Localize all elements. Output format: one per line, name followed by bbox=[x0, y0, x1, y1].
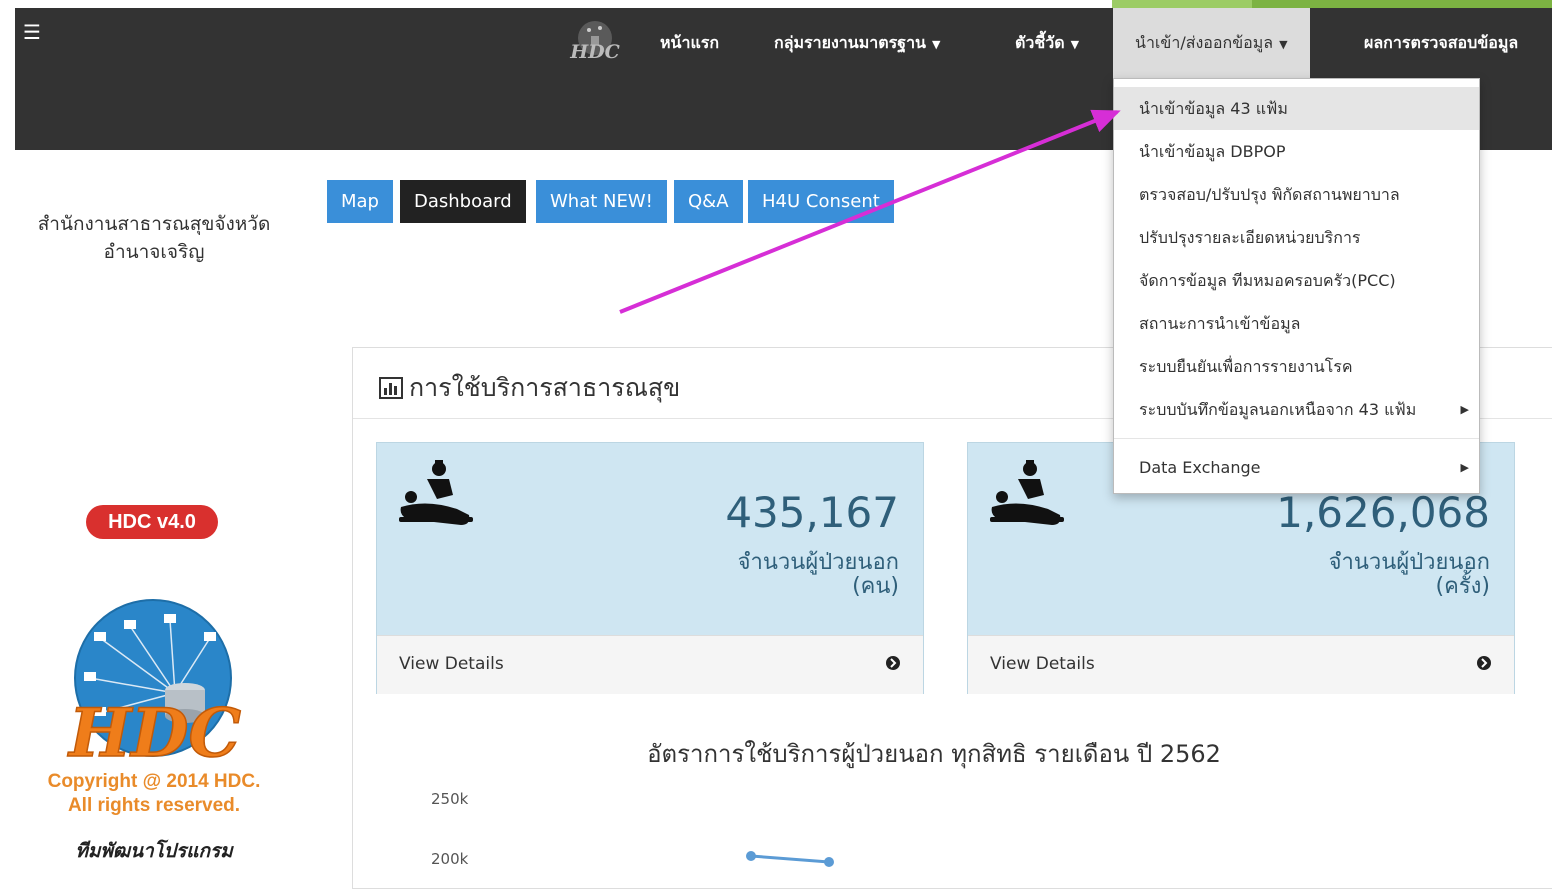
bar-chart-icon bbox=[379, 377, 403, 399]
nav-home[interactable]: หน้าแรก bbox=[660, 8, 719, 78]
arrow-circle-right-icon bbox=[1477, 656, 1491, 670]
nav-indicators-label: ตัวชี้วัด bbox=[1015, 33, 1065, 52]
svg-text:HDC: HDC bbox=[569, 41, 620, 63]
view-details-label: View Details bbox=[990, 654, 1095, 674]
caret-down-icon: ▼ bbox=[932, 38, 941, 51]
stat-value: 1,626,068 bbox=[1276, 488, 1490, 537]
caret-down-icon: ▼ bbox=[1279, 38, 1288, 51]
nav-validation-results[interactable]: ผลการตรวจสอบข้อมูล bbox=[1364, 8, 1518, 78]
stat-label-line-1: จำนวนผู้ป่วยนอก bbox=[1328, 550, 1490, 575]
stat-card-outpatients-persons: 435,167 จำนวนผู้ป่วยนอก (คน) View Detail… bbox=[376, 442, 924, 694]
dropdown-item-extra-data-system[interactable]: ระบบบันทึกข้อมูลนอกเหนือจาก 43 แฟ้ม ▶ bbox=[1114, 388, 1479, 431]
dropdown-item-label: สถานะการนำเข้าข้อมูล bbox=[1139, 314, 1301, 333]
dropdown-item-update-unit-details[interactable]: ปรับปรุงรายละเอียดหน่วยบริการ bbox=[1114, 216, 1479, 259]
view-details-link[interactable]: View Details bbox=[377, 635, 923, 694]
stat-label-line-1: จำนวนผู้ป่วยนอก bbox=[737, 550, 899, 575]
dropdown-item-label: ปรับปรุงรายละเอียดหน่วยบริการ bbox=[1139, 228, 1361, 247]
copyright-text: Copyright @ 2014 HDC. All rights reserve… bbox=[15, 770, 293, 818]
copyright-line-1: Copyright @ 2014 HDC. bbox=[47, 771, 261, 792]
dropdown-item-label: Data Exchange bbox=[1139, 458, 1261, 477]
whats-new-button[interactable]: What NEW! bbox=[536, 180, 667, 223]
nav-standard-reports-label: กลุ่มรายงานมาตรฐาน bbox=[774, 33, 926, 52]
dropdown-item-manage-pcc[interactable]: จัดการข้อมูล ทีมหมอครอบครัว(PCC) bbox=[1114, 259, 1479, 302]
view-details-link[interactable]: View Details bbox=[968, 635, 1514, 694]
caret-right-icon: ▶ bbox=[1460, 403, 1469, 416]
dropdown-item-label: ตรวจสอบ/ปรับปรุง พิกัดสถานพยาบาล bbox=[1139, 185, 1400, 204]
arrow-circle-right-icon bbox=[886, 656, 900, 670]
stat-label-line-2: (ครั้ง) bbox=[1435, 574, 1490, 599]
dropdown-divider bbox=[1114, 438, 1479, 439]
view-details-label: View Details bbox=[399, 654, 504, 674]
svg-text:HDC: HDC bbox=[67, 694, 241, 772]
qa-button[interactable]: Q&A bbox=[674, 180, 743, 223]
nav-standard-reports[interactable]: กลุ่มรายงานมาตรฐาน ▼ bbox=[774, 8, 940, 78]
org-line-2: อำนาจเจริญ bbox=[103, 241, 205, 263]
chart-title: อัตราการใช้บริการผู้ป่วยนอก ทุกสิทธิ ราย… bbox=[647, 740, 1221, 768]
nav-import-export[interactable]: นำเข้า/ส่งออกข้อมูล ▼ bbox=[1113, 8, 1310, 78]
dropdown-item-label: จัดการข้อมูล ทีมหมอครอบครัว(PCC) bbox=[1139, 271, 1396, 290]
dropdown-item-import-43-files[interactable]: นำเข้าข้อมูล 43 แฟ้ม bbox=[1114, 87, 1479, 130]
dropdown-item-label: ระบบบันทึกข้อมูลนอกเหนือจาก 43 แฟ้ม bbox=[1139, 400, 1417, 419]
stat-label: จำนวนผู้ป่วยนอก (คน) bbox=[738, 551, 899, 599]
nav-validation-results-label: ผลการตรวจสอบข้อมูล bbox=[1364, 33, 1519, 52]
stat-label-line-2: (คน) bbox=[852, 574, 899, 599]
caret-right-icon: ▶ bbox=[1460, 461, 1469, 474]
org-line-1: สำนักงานสาธารณสุขจังหวัด bbox=[37, 213, 271, 235]
hdc-logo: HDC bbox=[66, 599, 242, 773]
nav-indicators[interactable]: ตัวชี้วัด ▼ bbox=[1015, 8, 1079, 78]
nav-home-label: หน้าแรก bbox=[660, 33, 720, 52]
doctor-patient-icon bbox=[990, 460, 1064, 525]
dashboard-button[interactable]: Dashboard bbox=[400, 180, 526, 223]
chart-line-fragment bbox=[746, 851, 834, 867]
h4u-consent-button[interactable]: H4U Consent bbox=[748, 180, 894, 223]
y-tick-label: 200k bbox=[431, 850, 469, 868]
dropdown-item-disease-report-confirm[interactable]: ระบบยืนยันเพื่อการรายงานโรค bbox=[1114, 345, 1479, 388]
dropdown-item-check-coordinates[interactable]: ตรวจสอบ/ปรับปรุง พิกัดสถานพยาบาล bbox=[1114, 173, 1479, 216]
nav-import-export-label: นำเข้า/ส่งออกข้อมูล bbox=[1135, 33, 1274, 52]
import-export-dropdown: นำเข้าข้อมูล 43 แฟ้ม นำเข้าข้อมูล DBPOP … bbox=[1113, 78, 1480, 494]
y-tick-label: 250k bbox=[431, 790, 469, 808]
dropdown-item-label: นำเข้าข้อมูล 43 แฟ้ม bbox=[1139, 99, 1288, 118]
dropdown-item-import-status[interactable]: สถานะการนำเข้าข้อมูล bbox=[1114, 302, 1479, 345]
dropdown-item-label: ระบบยืนยันเพื่อการรายงานโรค bbox=[1139, 357, 1353, 376]
version-badge: HDC v4.0 bbox=[86, 505, 218, 539]
dev-team-label: ทีมพัฒนาโปรแกรม bbox=[75, 840, 233, 862]
stat-label: จำนวนผู้ป่วยนอก (ครั้ง) bbox=[1329, 551, 1490, 599]
caret-down-icon: ▼ bbox=[1070, 38, 1080, 51]
panel-title-text: การใช้บริการสาธารณสุข bbox=[409, 373, 681, 402]
map-button[interactable]: Map bbox=[327, 180, 393, 223]
copyright-line-2: All rights reserved. bbox=[67, 795, 241, 816]
hdc-logo-small[interactable]: HDC bbox=[565, 14, 623, 72]
dropdown-item-data-exchange[interactable]: Data Exchange ▶ bbox=[1114, 446, 1479, 489]
organization-name: สำนักงานสาธารณสุขจังหวัด อำนาจเจริญ bbox=[15, 210, 293, 266]
panel-title: การใช้บริการสาธารณสุข bbox=[379, 368, 680, 408]
corner-decoration bbox=[1072, 0, 1552, 8]
dropdown-item-import-dbpop[interactable]: นำเข้าข้อมูล DBPOP bbox=[1114, 130, 1479, 173]
doctor-patient-icon bbox=[399, 460, 473, 525]
hamburger-icon[interactable]: ☰ bbox=[23, 22, 41, 42]
dropdown-item-label: นำเข้าข้อมูล DBPOP bbox=[1139, 142, 1286, 161]
stat-value: 435,167 bbox=[725, 488, 899, 537]
